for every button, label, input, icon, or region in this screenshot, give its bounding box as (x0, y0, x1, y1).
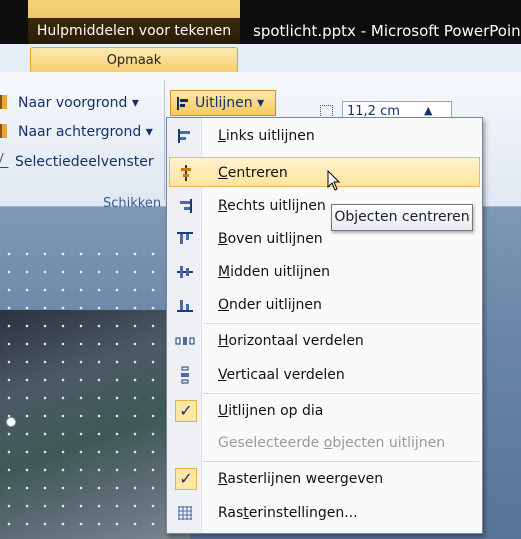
check-icon: ✓ (175, 400, 197, 422)
selection-pane-button[interactable]: Selectiedeelvenster (0, 151, 154, 173)
menu-item-label-prefix: Geselecteerde (218, 435, 324, 451)
menu-item-label: erinstellingen... (248, 505, 358, 521)
menu-item-label: idden uitlijnen (230, 264, 330, 280)
menu-item-label: asterlijnen weergeven (227, 471, 384, 487)
menu-item-verticaal-verdelen[interactable]: Verticaal verdelen (169, 360, 480, 390)
menu-item-mnemonic: L (218, 128, 226, 144)
menu-separator (203, 461, 479, 462)
menu-item-label: orizontaal verdelen (228, 333, 364, 349)
menu-item-geselecteerde-objecten-uitlijnen: Geselecteerde objecten uitlijnen (169, 428, 480, 458)
tooltip: Objecten centreren (331, 204, 473, 231)
menu-item-label: erticaal verdelen (226, 367, 345, 383)
menu-item-label-prefix: Ras (218, 505, 244, 521)
menu-item-mnemonic: R (218, 471, 228, 487)
height-stepper-up[interactable]: ▲ (424, 104, 432, 117)
menu-separator (203, 393, 479, 394)
align-top-icon (177, 232, 193, 244)
align-bottom-icon (177, 300, 193, 312)
menu-item-mnemonic: V (218, 367, 227, 383)
menu-item-onder-uitlijnen[interactable]: Onder uitlijnen (169, 290, 480, 320)
selection-handle[interactable] (6, 417, 16, 427)
menu-item-rasterlijnen-weergeven[interactable]: ✓ Rasterlijnen weergeven (169, 464, 480, 494)
align-button-label: Uitlijnen ▾ (195, 95, 265, 111)
distribute-vertical-icon (181, 366, 189, 384)
bring-to-front-label: Naar voorgrond ▾ (18, 95, 139, 111)
align-button[interactable]: Uitlijnen ▾ (170, 90, 276, 116)
window-title: spotlicht.pptx - Microsoft PowerPoint (253, 22, 521, 40)
menu-item-mnemonic: R (218, 198, 228, 214)
menu-item-midden-uitlijnen[interactable]: Midden uitlijnen (169, 257, 480, 287)
selection-pane-label: Selectiedeelvenster (15, 154, 154, 170)
menu-item-label: bjecten uitlijnen (332, 435, 446, 451)
menu-item-label: inks uitlijnen (225, 128, 315, 144)
send-to-back-label: Naar achtergrond ▾ (18, 124, 153, 140)
align-right-icon (180, 199, 192, 213)
align-center-icon (181, 165, 191, 181)
grid-settings-icon (178, 506, 192, 520)
bring-to-front-icon (0, 95, 14, 109)
selection-pane-icon (0, 153, 14, 168)
context-tab-label: Hulpmiddelen voor tekenen (28, 18, 240, 44)
distribute-horizontal-icon (175, 337, 195, 345)
menu-item-label: entreren (227, 165, 288, 181)
menu-item-centreren[interactable]: Centreren (169, 157, 480, 187)
send-to-back-icon (0, 124, 14, 138)
menu-item-mnemonic: M (218, 264, 231, 280)
check-icon: ✓ (175, 468, 197, 490)
grid-overlay (0, 245, 190, 539)
align-dropdown-menu: Links uitlijnen Centreren Rechts uitlijn… (166, 117, 483, 534)
menu-item-mnemonic: B (218, 231, 228, 247)
menu-item-mnemonic: U (218, 403, 229, 419)
menu-item-label: oven uitlijnen (227, 231, 323, 247)
menu-item-label: nder uitlijnen (229, 297, 322, 313)
menu-separator (203, 323, 479, 324)
menu-item-links-uitlijnen[interactable]: Links uitlijnen (169, 121, 480, 151)
menu-item-mnemonic: O (218, 297, 230, 313)
menu-item-rasterinstellingen[interactable]: Rasterinstellingen... (169, 498, 480, 528)
tab-opmaak[interactable]: Opmaak (30, 47, 238, 72)
menu-item-label: itlijnen op dia (228, 403, 324, 419)
menu-item-uitlijnen-op-dia[interactable]: ✓ Uitlijnen op dia (169, 396, 480, 426)
bring-to-front-button[interactable]: Naar voorgrond ▾ (0, 92, 139, 114)
group-separator (164, 80, 165, 200)
align-middle-icon (177, 266, 193, 278)
mouse-cursor-icon (327, 170, 341, 191)
send-to-back-button[interactable]: Naar achtergrond ▾ (0, 121, 153, 143)
align-icon (177, 97, 191, 110)
menu-item-mnemonic: H (218, 333, 229, 349)
align-left-icon (178, 129, 190, 143)
menu-item-horizontaal-verdelen[interactable]: Horizontaal verdelen (169, 326, 480, 356)
menu-item-label: echts uitlijnen (227, 198, 326, 214)
menu-item-mnemonic: C (218, 165, 228, 181)
